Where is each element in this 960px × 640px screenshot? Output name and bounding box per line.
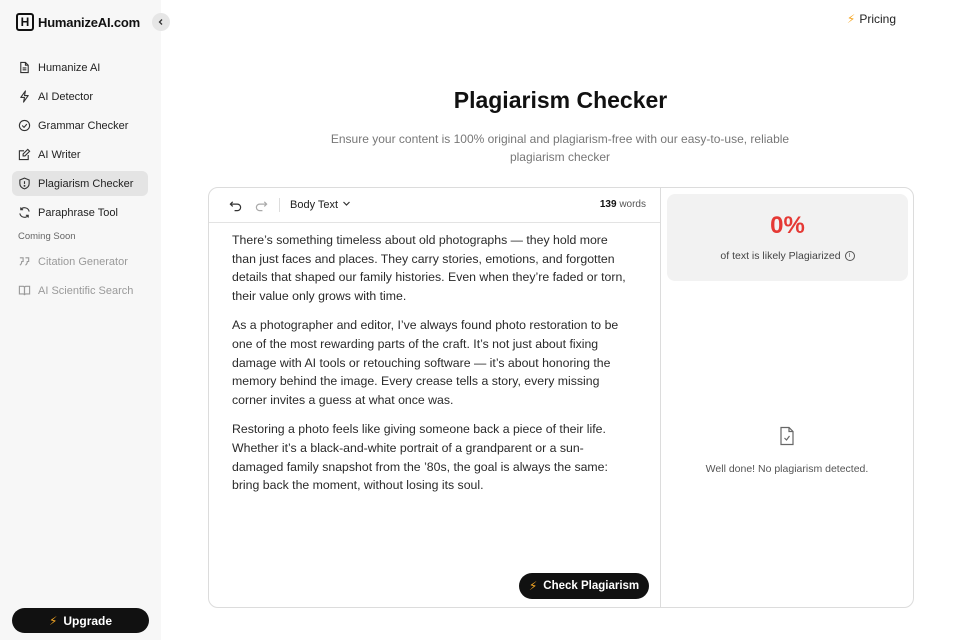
sidebar-item-grammar-checker[interactable]: Grammar Checker xyxy=(12,113,148,138)
sidebar-item-label: AI Detector xyxy=(38,90,94,103)
book-icon xyxy=(18,284,31,297)
editor-paragraph: There’s something timeless about old pho… xyxy=(232,233,626,303)
chevron-down-icon xyxy=(342,199,351,211)
page-title: Plagiarism Checker xyxy=(453,87,668,113)
document-icon xyxy=(18,61,31,74)
shield-icon xyxy=(18,177,31,190)
sidebar-item-label: Grammar Checker xyxy=(38,119,129,132)
check-circle-icon xyxy=(18,119,31,132)
sidebar-item-humanize-ai[interactable]: Humanize AI xyxy=(12,55,148,80)
score-box: 0% of text is likely Plagiarized i xyxy=(667,194,908,281)
score-label: of text is likely Plagiarized xyxy=(720,250,841,262)
text-style-value: Body Text xyxy=(290,199,339,211)
text-style-select[interactable]: Body Text xyxy=(290,199,351,211)
redo-icon[interactable] xyxy=(253,197,269,213)
chevron-left-icon xyxy=(157,13,165,31)
upgrade-label: Upgrade xyxy=(63,613,113,628)
sidebar-item-ai-detector[interactable]: AI Detector xyxy=(12,84,148,109)
sidebar-item-plagiarism-checker[interactable]: Plagiarism Checker xyxy=(12,171,148,196)
info-icon[interactable]: i xyxy=(844,251,855,261)
sidebar-item-ai-scientific-search: AI Scientific Search xyxy=(12,278,148,303)
pricing-label: Pricing xyxy=(859,12,896,26)
word-count: 139 words xyxy=(600,199,646,210)
check-plagiarism-label: Check Plagiarism xyxy=(543,580,640,592)
empty-state-message: Well done! No plagiarism detected. xyxy=(705,463,869,475)
sidebar-item-citation-generator: Citation Generator xyxy=(12,249,148,274)
bolt-icon xyxy=(18,90,31,103)
score-label-row: of text is likely Plagiarized i xyxy=(667,250,908,262)
sidebar-item-label: Humanize AI xyxy=(38,61,101,74)
empty-state: Well done! No plagiarism detected. xyxy=(661,426,913,475)
brand-logo[interactable]: H HumanizeAI.com xyxy=(16,13,140,31)
upgrade-button[interactable]: ⚡ Upgrade xyxy=(12,608,149,633)
sidebar: H HumanizeAI.com Humanize AI AI Detector… xyxy=(0,0,161,640)
check-plagiarism-button[interactable]: ⚡ Check Plagiarism xyxy=(519,573,649,599)
quote-icon xyxy=(18,255,31,268)
logo-mark-icon: H xyxy=(16,13,34,31)
document-check-icon xyxy=(778,426,796,446)
pricing-link[interactable]: ⚡ Pricing xyxy=(847,12,896,26)
plagiarism-score: 0% xyxy=(770,212,805,239)
collapse-sidebar-button[interactable] xyxy=(152,13,170,31)
editor-panel: Body Text 139 words There’s something ti… xyxy=(209,188,661,607)
word-count-value: 139 xyxy=(599,199,617,210)
bolt-icon: ⚡ xyxy=(48,613,58,628)
edit-icon xyxy=(18,148,31,161)
sidebar-item-paraphrase-tool[interactable]: Paraphrase Tool xyxy=(12,200,148,225)
editor-paragraph: Restoring a photo feels like giving some… xyxy=(232,422,608,493)
bolt-icon: ⚡ xyxy=(528,579,538,593)
page-subtitle: Ensure your content is 100% original and… xyxy=(330,132,790,164)
bolt-icon: ⚡ xyxy=(846,12,856,26)
editor-toolbar: Body Text 139 words xyxy=(209,188,660,223)
sidebar-item-label: AI Scientific Search xyxy=(38,284,134,297)
toolbar-divider xyxy=(279,198,280,212)
checker-card: Body Text 139 words There’s something ti… xyxy=(208,187,914,608)
editor-paragraph: As a photographer and editor, I’ve alway… xyxy=(232,318,619,407)
results-panel: 0% of text is likely Plagiarized i Well … xyxy=(661,188,913,607)
brand-name: HumanizeAI.com xyxy=(38,14,140,30)
word-count-unit: words xyxy=(619,199,646,210)
sidebar-item-ai-writer[interactable]: AI Writer xyxy=(12,142,148,167)
undo-icon[interactable] xyxy=(227,197,243,213)
editor-text-area[interactable]: There’s something timeless about old pho… xyxy=(209,223,660,495)
sidebar-nav: Humanize AI AI Detector Grammar Checker … xyxy=(12,55,148,307)
refresh-icon xyxy=(18,206,31,219)
coming-soon-label: Coming Soon xyxy=(18,231,76,242)
sidebar-item-label: Plagiarism Checker xyxy=(38,177,134,190)
sidebar-item-label: Citation Generator xyxy=(38,255,128,268)
sidebar-item-label: AI Writer xyxy=(38,148,81,161)
sidebar-item-label: Paraphrase Tool xyxy=(38,206,118,219)
